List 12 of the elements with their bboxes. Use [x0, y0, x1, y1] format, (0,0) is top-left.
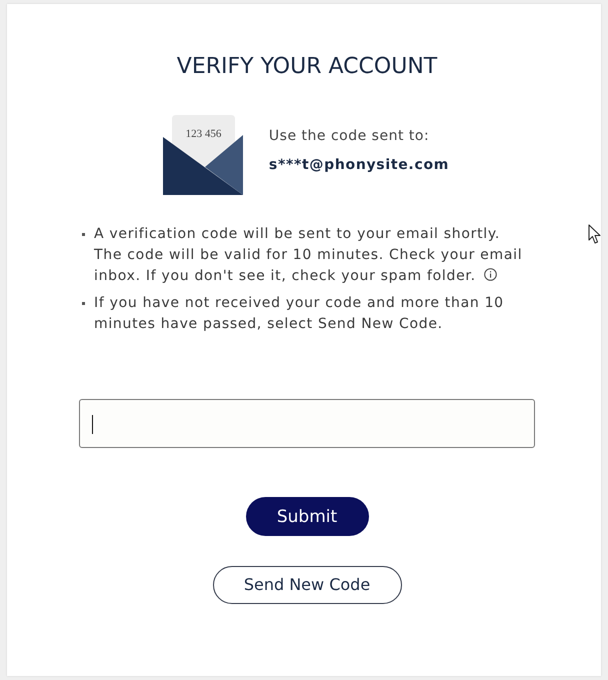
- envelope-code: 123 456: [186, 128, 222, 140]
- instruction-text: A verification code will be sent to your email shortly. The code will be valid for 10 minutes. Check your email inbox. If you don't see it, check your spam folder.: [94, 225, 524, 286]
- page-title: VERIFY YOUR ACCOUNT: [176, 53, 438, 81]
- send-new-code-button[interactable]: Send New Code: [212, 566, 402, 604]
- code-sent-label: Use the code sent to:: [268, 127, 430, 146]
- code-input-field[interactable]: [79, 399, 535, 448]
- bullet-icon: [82, 233, 85, 236]
- instruction-text: If you have not received your code and more than 10 minutes have passed, select Send New Code.: [94, 294, 505, 334]
- submit-button[interactable]: Submit: [246, 497, 368, 536]
- bullet-icon: [82, 302, 85, 305]
- info-icon[interactable]: [484, 268, 497, 281]
- masked-email: s***t@phonysite.com: [268, 156, 450, 175]
